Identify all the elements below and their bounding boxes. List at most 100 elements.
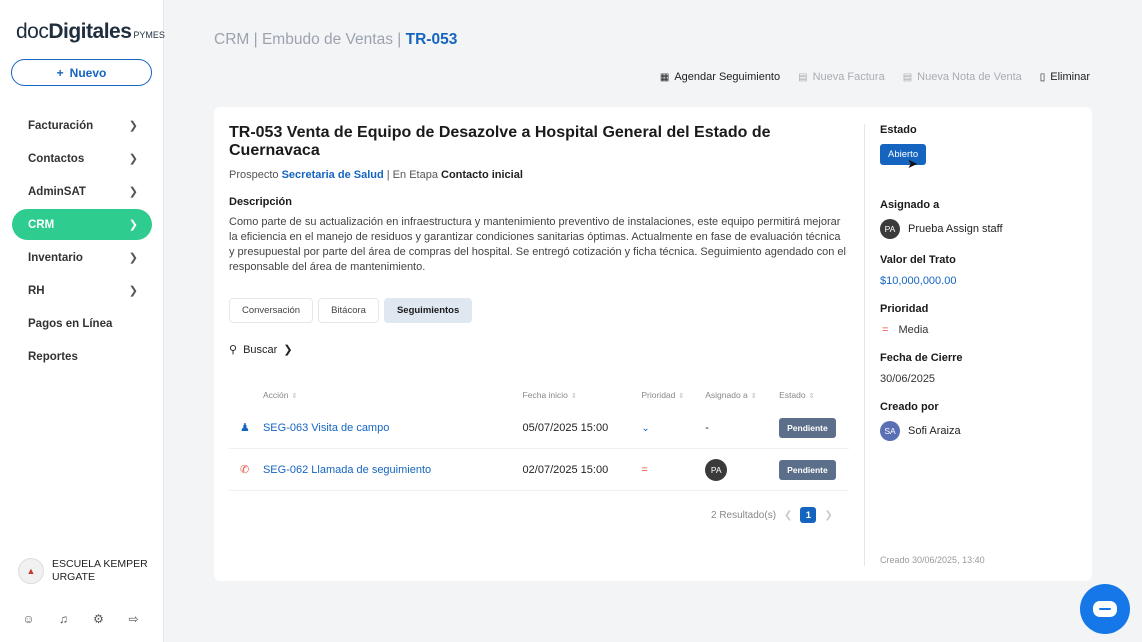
sidebar-item-label: AdminSAT [28, 185, 86, 198]
header-assigned[interactable]: Asignado a ⇕ [705, 390, 779, 400]
trash-icon: ▯ [1039, 71, 1046, 83]
mouse-cursor-icon: ➤ [907, 156, 918, 171]
deal-subline: Prospecto Secretaria de Salud | En Etapa… [229, 169, 849, 181]
followup-link[interactable]: SEG-063 Visita de campo [263, 422, 389, 434]
divider [864, 124, 865, 566]
deal-main: TR-053 Venta de Equipo de Desazolve a Ho… [229, 124, 849, 323]
sidebar-footer-icons: ☺ ♫ ⚙ ⇨ [22, 612, 140, 626]
document-icon: ▤ [902, 71, 913, 83]
sidebar-item-pagos[interactable]: Pagos en Línea [12, 308, 152, 339]
status-button[interactable]: Abierto [880, 144, 927, 165]
deal-card: TR-053 Venta de Equipo de Desazolve a Ho… [214, 107, 1092, 581]
sidebar-item-inventario[interactable]: Inventario ❯ [12, 242, 152, 273]
tab-seguimientos[interactable]: Seguimientos [383, 298, 473, 323]
sidebar-item-reportes[interactable]: Reportes [12, 341, 152, 372]
schedule-followup-button[interactable]: ▦ Agendar Seguimiento [660, 71, 780, 83]
chevron-right-icon: ❯ [128, 285, 138, 297]
priority-text: Media [898, 324, 929, 336]
prospect-link[interactable]: Secretaria de Salud [282, 169, 384, 181]
logo-digitales: Digitales [48, 20, 132, 43]
creator-name: Sofi Araiza [908, 425, 961, 437]
plus-icon: + [56, 65, 64, 80]
followup-date: 02/07/2025 15:00 [522, 463, 609, 476]
document-icon: ▤ [798, 71, 808, 83]
deal-value[interactable]: $10,000,000.00 [880, 275, 1080, 287]
sidebar-item-label: Pagos en Línea [28, 317, 113, 330]
organization-logo-icon: ▲ [18, 558, 44, 584]
header-action-label: Acción [262, 390, 289, 400]
followups-table: Acción ⇕ Fecha inicio ⇕ Prioridad ⇕ Asignad… [229, 383, 849, 491]
stage-value: Contacto inicial [441, 169, 523, 181]
header-action[interactable]: Acción ⇕ [263, 390, 523, 400]
page-number[interactable]: 1 [800, 507, 817, 523]
header-priority-label: Prioridad [641, 390, 676, 400]
followup-link[interactable]: SEG-062 Llamada de seguimiento [263, 464, 431, 476]
assigned-label: Asignado a [880, 199, 940, 211]
created-timestamp: Creado 30/06/2025, 13:40 [880, 555, 985, 565]
pagination: 2 Resultado(s) ❮ 1 ❯ [711, 507, 833, 523]
table-header: Acción ⇕ Fecha inicio ⇕ Prioridad ⇕ Asignad… [229, 383, 849, 407]
delete-button[interactable]: ▯ Eliminar [1040, 71, 1090, 83]
logo-doc: doc [16, 20, 49, 43]
organization-switcher[interactable]: ▲ ESCUELA KEMPER URGATE [18, 558, 148, 584]
chevron-left-icon[interactable]: ❮ [784, 510, 792, 521]
sidebar-item-label: CRM [28, 218, 55, 231]
assigned-person: PA Prueba Assign staff [880, 219, 1080, 239]
organization-name-line1: ESCUELA KEMPER [52, 558, 148, 570]
calendar-icon: ▦ [659, 71, 670, 83]
sidebar-item-facturacion[interactable]: Facturación ❯ [12, 110, 152, 141]
tabs: Conversación Bitácora Seguimientos [229, 298, 849, 323]
sidebar-item-label: Facturación [28, 119, 94, 132]
sidebar-item-rh[interactable]: RH ❯ [12, 275, 152, 306]
description-text: Como parte de su actualización en infrae… [229, 216, 846, 273]
description-heading: Descripción [229, 196, 292, 208]
sidebar-item-crm[interactable]: CRM ❯ [12, 209, 152, 240]
chat-support-button[interactable] [1080, 584, 1130, 634]
chevron-right-icon[interactable]: ❯ [824, 510, 832, 521]
close-date: 30/06/2025 [880, 373, 936, 385]
new-sale-note-button[interactable]: ▤ Nueva Nota de Venta [903, 71, 1022, 83]
search-toggle[interactable]: ⚲ Buscar ❯ [229, 343, 293, 357]
creator-person: SA Sofi Araiza [880, 421, 1080, 441]
sort-icon: ⇕ [750, 393, 757, 400]
priority-low-icon: ⌄ [641, 422, 650, 434]
header-date[interactable]: Fecha inicio ⇕ [523, 390, 642, 400]
deal-title: TR-053 Venta de Equipo de Desazolve a Ho… [229, 124, 771, 159]
phone-icon: ✆ [240, 464, 250, 476]
deal-value-label: Valor del Trato [880, 254, 956, 266]
sort-icon: ⇕ [678, 393, 685, 400]
sidebar-item-contactos[interactable]: Contactos ❯ [12, 143, 152, 174]
priority-medium-icon: = [882, 324, 889, 336]
gear-icon[interactable]: ⚙ [92, 612, 105, 626]
sort-icon: ⇕ [808, 393, 815, 400]
table-row[interactable]: ♟ SEG-063 Visita de campo 05/07/2025 15:… [229, 407, 849, 449]
tab-conversacion[interactable]: Conversación [229, 298, 314, 323]
sort-icon: ⇕ [570, 393, 577, 400]
header-date-label: Fecha inicio [522, 390, 568, 400]
breadcrumb-funnel[interactable]: Embudo de Ventas [262, 31, 393, 48]
chevron-right-icon: ❯ [128, 219, 138, 231]
sidebar-nav: Facturación ❯ Contactos ❯ AdminSAT ❯ CRM ❯ I… [12, 110, 152, 374]
priority-medium-icon: = [641, 463, 648, 476]
sidebar-item-label: Reportes [28, 350, 78, 363]
status-badge: Pendiente [779, 417, 836, 438]
sidebar-item-adminsat[interactable]: AdminSAT ❯ [12, 176, 152, 207]
new-button[interactable]: + Nuevo [11, 59, 152, 86]
sidebar-item-label: Contactos [28, 152, 85, 165]
status-label: Estado [880, 124, 917, 136]
header-priority[interactable]: Prioridad ⇕ [641, 390, 705, 400]
user-profile-icon[interactable]: ☺ [22, 612, 35, 626]
logout-icon[interactable]: ⇨ [127, 612, 140, 626]
brand-logo[interactable]: doc Digitales PYMES [16, 20, 165, 44]
breadcrumb-separator: | [397, 31, 402, 48]
header-status[interactable]: Estado ⇕ [779, 390, 849, 400]
breadcrumb-crm[interactable]: CRM [214, 31, 249, 48]
table-row[interactable]: ✆ SEG-062 Llamada de seguimiento 02/07/2… [229, 449, 849, 491]
new-invoice-button[interactable]: ▤ Nueva Factura [798, 71, 885, 83]
search-icon: ⚲ [229, 344, 238, 356]
bell-icon[interactable]: ♫ [57, 612, 70, 626]
chat-bubble-icon [1093, 601, 1117, 617]
tab-bitacora[interactable]: Bitácora [318, 298, 379, 323]
search-label: Buscar [243, 343, 278, 356]
created-by-label: Creado por [880, 401, 939, 413]
